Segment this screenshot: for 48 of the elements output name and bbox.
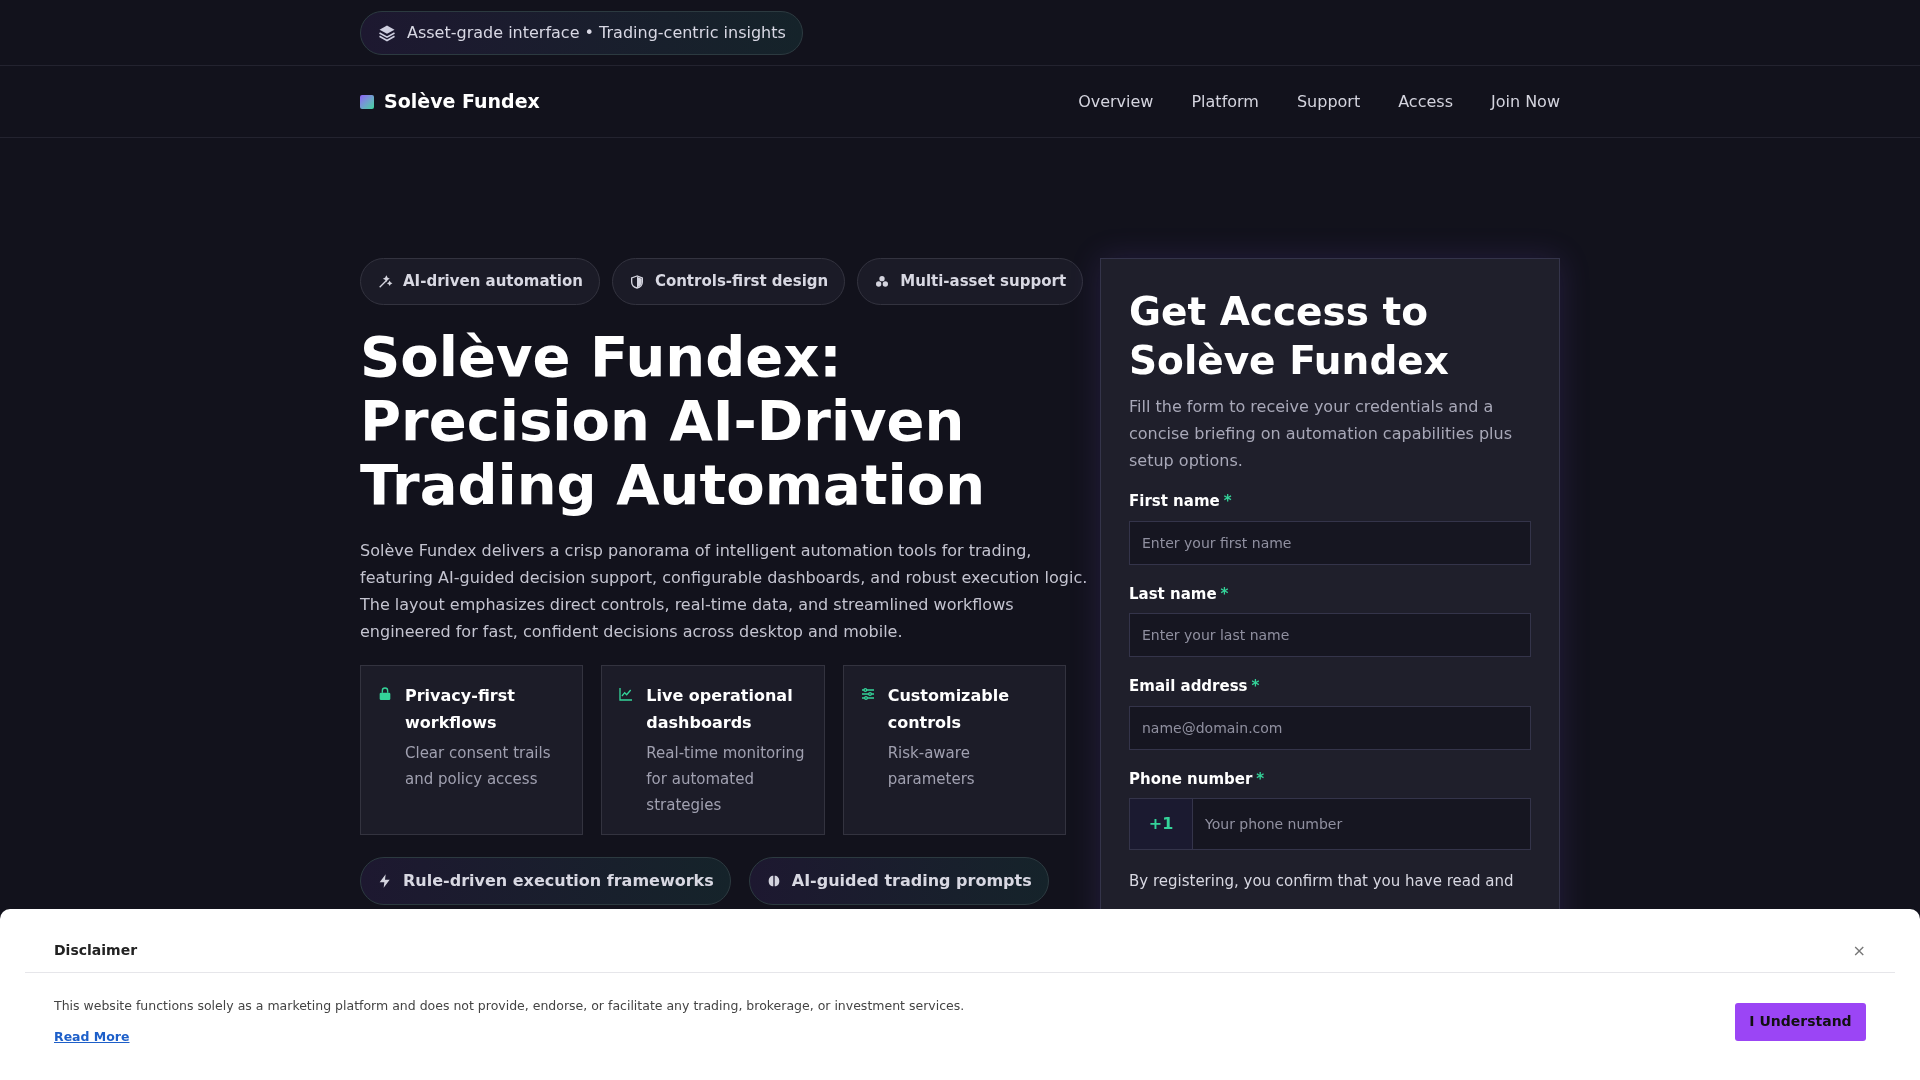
phone-prefix: +1 bbox=[1129, 798, 1193, 850]
nav-link[interactable]: Access bbox=[1398, 89, 1453, 114]
required-mark: * bbox=[1251, 676, 1260, 697]
circles-cluster-icon bbox=[874, 273, 891, 290]
sliders-icon bbox=[859, 686, 876, 702]
feature-text: Clear consent trails and policy access bbox=[405, 743, 552, 790]
brand-name[interactable]: Solève Fundex bbox=[384, 87, 540, 116]
required-mark: * bbox=[1256, 768, 1265, 790]
highlight-label: Rule-driven execution frameworks bbox=[403, 870, 714, 892]
nav-link[interactable]: Support bbox=[1296, 89, 1361, 114]
field-label: Email address bbox=[1129, 676, 1248, 697]
close-button[interactable]: × bbox=[1852, 938, 1866, 963]
feature-tag-label: AI-driven automation bbox=[403, 271, 583, 293]
feature-tag-label: Controls-first design bbox=[654, 271, 829, 293]
lock-icon bbox=[377, 686, 393, 702]
required-mark: * bbox=[1223, 491, 1232, 512]
nav-link[interactable]: Overview bbox=[1078, 89, 1154, 114]
feature-text: Risk-aware parameters bbox=[887, 743, 976, 790]
form-heading: Get Access to Solève Fundex bbox=[1129, 288, 1450, 385]
nav-link[interactable]: Platform bbox=[1191, 89, 1259, 114]
phone-input[interactable]: Your phone number bbox=[1193, 798, 1531, 850]
feature-title: Customizable controls bbox=[887, 685, 1010, 734]
hero-heading: Solève Fundex: Precision AI-Driven Trading Automation bbox=[360, 325, 987, 517]
read-more-link[interactable]: Read More bbox=[54, 1027, 965, 1047]
text-input[interactable]: Enter your last name bbox=[1129, 613, 1531, 657]
hero-description: Solève Fundex delivers a crisp panorama of intelligent automation tools for trading, featuring AI-guided decision support, configurable dashboards, and robust execution logic. The layout emphasizes direct controls, real-time data, and streamlined workflows engineered for fast, confident decisions across desktop and mobile. bbox=[360, 540, 1089, 643]
shield-icon bbox=[628, 273, 645, 290]
form-subtitle: Fill the form to receive your credentials and a concise briefing on automation capabilities plus setup options. bbox=[1129, 396, 1513, 472]
field-label: Phone number bbox=[1129, 768, 1253, 790]
field-label: Last name bbox=[1129, 583, 1217, 605]
field-label: First name bbox=[1129, 491, 1220, 512]
feature-tag-label: Multi-asset support bbox=[900, 271, 1067, 293]
understand-button[interactable]: I Understand bbox=[1735, 1002, 1866, 1041]
text-input[interactable]: Enter your first name bbox=[1129, 520, 1531, 565]
announcement-text: Asset-grade interface • Trading-centric insights bbox=[407, 21, 786, 44]
brand-logo-icon bbox=[360, 94, 374, 109]
required-mark: * bbox=[1220, 583, 1229, 605]
feature-title: Live operational dashboards bbox=[646, 685, 794, 734]
highlight-label: AI-guided trading prompts bbox=[791, 870, 1032, 892]
nav-link[interactable]: Join Now bbox=[1490, 89, 1560, 114]
feature-text: Real-time monitoring for automated strategies bbox=[646, 743, 806, 816]
disclaimer-title: Disclaimer bbox=[54, 941, 138, 960]
disclaimer-text: This website functions solely as a marketing platform and does not provide, endorse, or facilitate any trading, brokerage, or investment services. bbox=[54, 997, 965, 1015]
text-input[interactable]: name@domain.com bbox=[1129, 705, 1531, 750]
feature-title: Privacy-first workflows bbox=[405, 685, 516, 734]
consent-text: By registering, you confirm that you have read and bbox=[1129, 871, 1514, 892]
magic-wand-icon bbox=[377, 273, 393, 290]
line-chart-icon bbox=[618, 686, 635, 702]
